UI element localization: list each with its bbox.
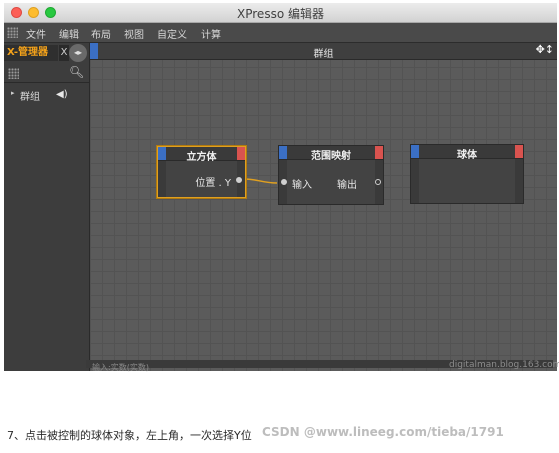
node-rangemap-title: 范围映射 (311, 151, 351, 162)
node-cube-header: 立方体 (158, 147, 245, 163)
node-range-mapper[interactable]: 范围映射 输入 输出 (278, 145, 384, 205)
node-sphere-title: 球体 (457, 150, 477, 161)
status-text: 输入:实数(实数) (92, 363, 149, 372)
cube-port-position-y: 位置 . Y (195, 178, 231, 189)
x-manager-panel: X-管理器 X ◂▸ 🔍︎ ▸ 群组 ◀︎) (4, 43, 90, 371)
node-sphere-output-port[interactable] (515, 145, 523, 158)
node-cube-title: 立方体 (186, 152, 217, 163)
tree-item-label: 群组 (20, 92, 40, 103)
menu-edit[interactable]: 编辑 (59, 26, 79, 41)
rangemap-input-dot[interactable] (281, 179, 287, 185)
menu-calculate[interactable]: 计算 (201, 26, 221, 41)
panel-divider (4, 82, 89, 83)
menu-layout[interactable]: 布局 (91, 26, 111, 41)
connection-wire (243, 178, 278, 184)
title-bar: XPresso 编辑器 (4, 3, 557, 23)
search-icon[interactable]: 🔍︎ (69, 65, 84, 79)
caption-text: 7、点击被控制的球体对象，左上角，一次选择Y位 (7, 429, 252, 442)
node-sphere[interactable]: 球体 (410, 144, 524, 204)
rangemap-port-input: 输入 (292, 180, 312, 191)
speaker-icon[interactable]: ◀︎) (56, 89, 68, 100)
node-sphere-header: 球体 (411, 145, 523, 161)
node-rangemap-header: 范围映射 (279, 146, 383, 162)
tab-scroll-arrows-icon[interactable]: ◂▸ (69, 44, 87, 62)
rangemap-output-dot[interactable] (375, 179, 381, 185)
node-cube-left-bar (158, 161, 166, 197)
node-cube[interactable]: 立方体 位置 . Y (157, 146, 246, 198)
menu-file[interactable]: 文件 (26, 26, 46, 41)
blog-watermark: digitalman.blog.163.com (449, 360, 559, 370)
menu-customize[interactable]: 自定义 (157, 26, 187, 41)
menu-grip-icon[interactable] (7, 27, 18, 38)
tab-second[interactable]: X (59, 45, 69, 61)
node-rangemap-output-port[interactable] (375, 146, 383, 159)
tab-x-manager[interactable]: X-管理器 (4, 45, 58, 61)
xpresso-editor-window: XPresso 编辑器 文件 编辑 布局 视图 自定义 计算 X-管理器 X ◂… (4, 3, 557, 371)
tree-item-group[interactable]: 群组 (10, 88, 40, 103)
node-cube-output-port[interactable] (237, 147, 245, 160)
panel-grip-icon[interactable] (8, 68, 19, 79)
rangemap-port-output: 输出 (337, 180, 357, 191)
caption-watermark: CSDN @www.lineeg.com/tieba/1791 (262, 425, 504, 439)
menu-bar: 文件 编辑 布局 视图 自定义 计算 (4, 23, 557, 43)
node-sphere-right-bar (515, 159, 523, 203)
node-canvas[interactable]: 群组 ✥↕ 立方体 位置 . Y 范围映射 输入 输出 球体 (90, 43, 557, 371)
node-sphere-left-bar (411, 159, 419, 203)
wire-cube-to-rangemap (243, 178, 278, 184)
window-title: XPresso 编辑器 (237, 7, 324, 21)
menu-view[interactable]: 视图 (124, 26, 144, 41)
cube-port-dot[interactable] (236, 177, 242, 183)
